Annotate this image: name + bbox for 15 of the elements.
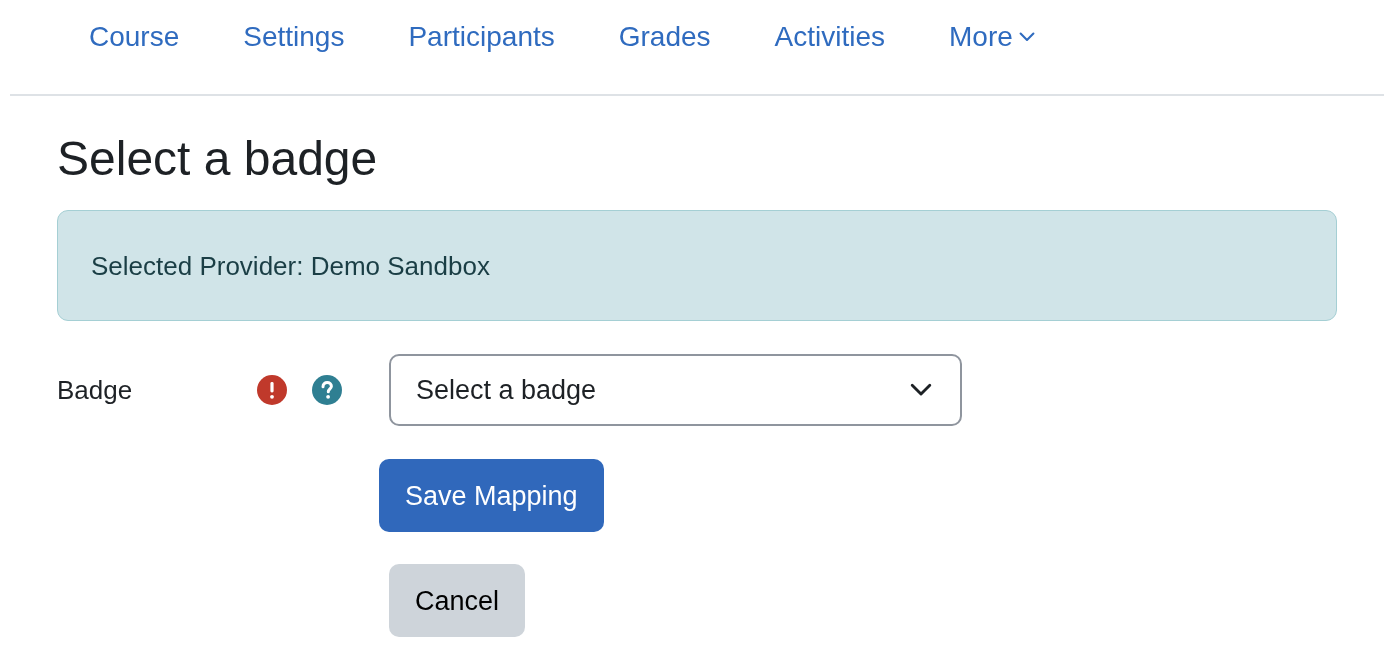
badge-select[interactable]: Select a badge — [389, 354, 962, 426]
info-alert: Selected Provider: Demo Sandbox — [57, 210, 1337, 321]
nav-tab[interactable]: Course — [89, 20, 180, 57]
page-heading: Select a badge — [57, 131, 379, 187]
cancel-button[interactable]: Cancel — [389, 564, 526, 637]
help-icon[interactable] — [312, 375, 342, 405]
nav-tab[interactable]: More — [949, 20, 1035, 57]
nav-tab[interactable]: Activities — [774, 20, 886, 57]
nav-tab[interactable]: Participants — [408, 20, 555, 57]
chevron-down-icon — [910, 383, 932, 397]
nav-tab[interactable]: Grades — [618, 20, 711, 57]
chevron-down-icon — [1018, 32, 1035, 42]
field-label: Badge — [57, 374, 134, 406]
nav-tab[interactable]: Settings — [243, 20, 345, 57]
save-button[interactable]: Save Mapping — [379, 459, 604, 532]
